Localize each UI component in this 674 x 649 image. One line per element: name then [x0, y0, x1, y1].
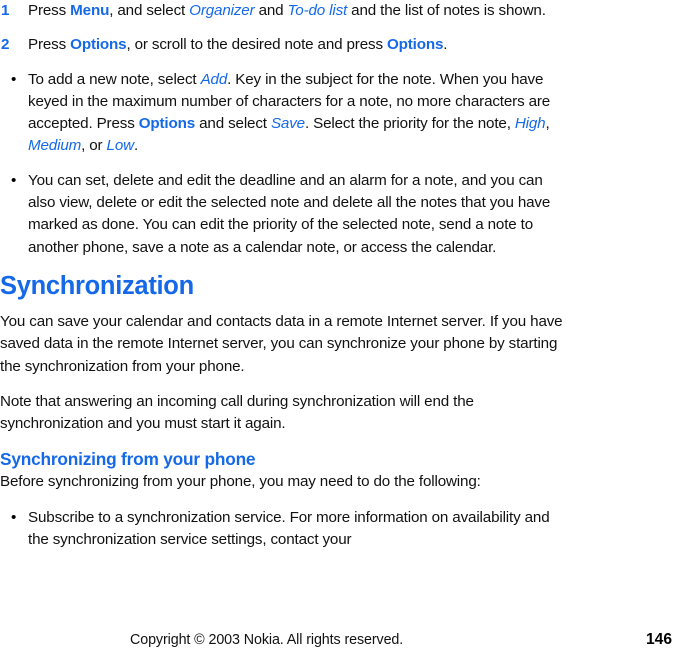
bullet-text: You can set, delete and edit the deadlin…	[28, 171, 551, 256]
copyright-notice: Copyright © 2003 Nokia. All rights reser…	[130, 632, 404, 648]
section-paragraph: You can save your calendar and contacts …	[0, 312, 563, 375]
list-item: • You can set, delete and edit the deadl…	[0, 170, 566, 259]
page-footer: Copyright © 2003 Nokia. All rights reser…	[0, 631, 674, 649]
bullet-icon: •	[11, 70, 17, 88]
list-item: • To add a new note, select Add. Key in …	[0, 69, 566, 158]
section-intro-paragraph: Before synchronizing from your phone, yo…	[0, 473, 481, 491]
section-subheading: Synchronizing from your phone	[0, 449, 256, 470]
ui-key-label: Menu	[70, 2, 110, 19]
step-text: Press Menu, and select Organizer and To-…	[28, 2, 546, 19]
menu-item-label: Organizer	[189, 2, 255, 19]
page-number: 146	[645, 631, 672, 648]
document-page: 1 Press Menu, and select Organizer and T…	[0, 0, 674, 649]
bullet-icon: •	[11, 171, 17, 189]
list-item: • Subscribe to a synchronization service…	[0, 507, 566, 552]
bullet-icon: •	[11, 508, 17, 526]
bullet-text: Subscribe to a synchronization service. …	[28, 508, 550, 549]
menu-item-label: To-do list	[287, 2, 348, 19]
menu-item-label: High	[514, 115, 546, 133]
step-number: 1	[1, 2, 10, 19]
bullet-text: To add a new note, select Add. Key in th…	[28, 70, 551, 155]
section-heading: Synchronization	[0, 271, 194, 300]
ui-key-label: Options	[386, 36, 444, 54]
page-content: 1 Press Menu, and select Organizer and T…	[0, 0, 566, 563]
step-text: Press Options, or scroll to the desired …	[28, 36, 448, 54]
list-item: 2 Press Options, or scroll to the desire…	[0, 34, 566, 56]
menu-item-label: Low	[106, 137, 135, 155]
menu-item-label: Medium	[28, 137, 82, 155]
ui-key-label: Options	[70, 36, 127, 54]
ui-key-label: Options	[138, 115, 196, 133]
menu-item-label: Save	[270, 115, 305, 133]
list-item: 1 Press Menu, and select Organizer and T…	[0, 0, 566, 22]
step-number: 2	[1, 36, 10, 54]
section-paragraph: Note that answering an incoming call dur…	[0, 392, 474, 433]
menu-item-label: Add	[200, 70, 228, 88]
